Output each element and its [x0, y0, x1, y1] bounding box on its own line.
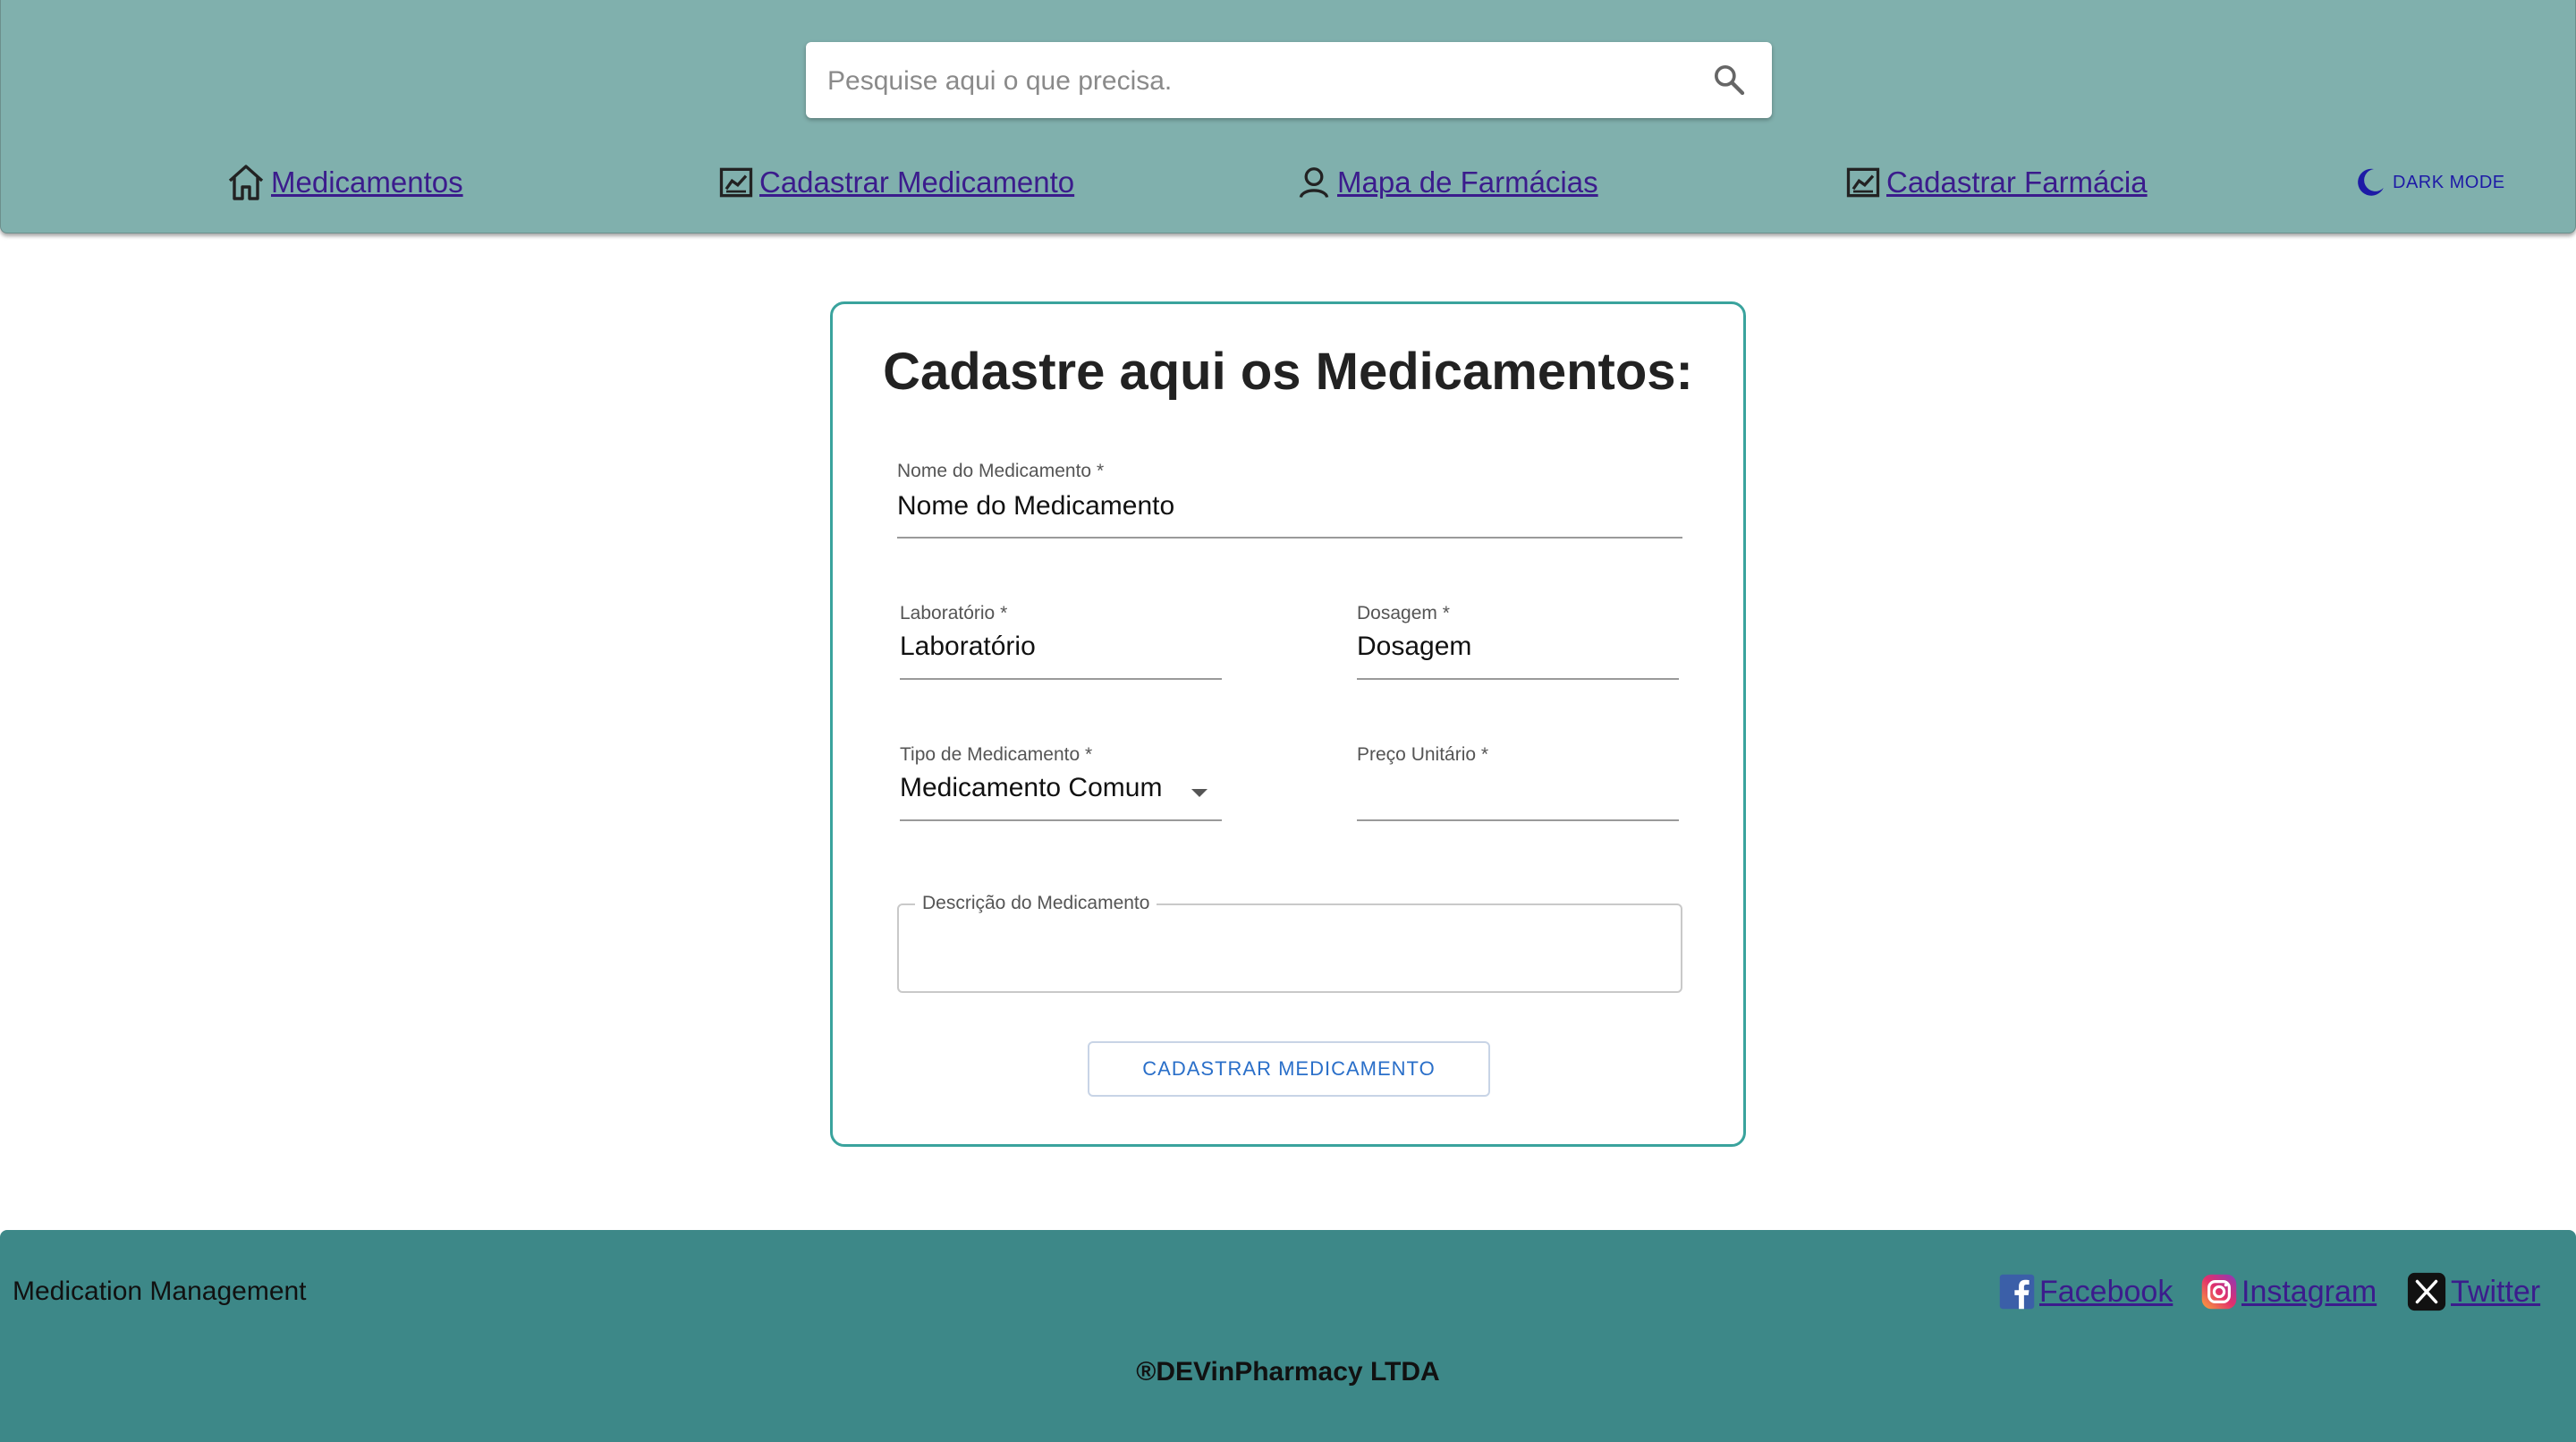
field-underline: [900, 678, 1222, 680]
unit-price-field[interactable]: Preço Unitário *: [1357, 744, 1679, 825]
nav-cadastrar-farmacia-label[interactable]: Cadastrar Farmácia: [1886, 165, 2148, 199]
search-icon[interactable]: [1711, 62, 1747, 98]
required-mark: *: [1000, 603, 1008, 623]
x-twitter-icon: [2407, 1272, 2446, 1311]
chart-icon: [1846, 167, 1880, 198]
nav-mapa-farmacias-label[interactable]: Mapa de Farmácias: [1337, 165, 1598, 199]
description-textarea[interactable]: [897, 903, 1682, 993]
twitter-link[interactable]: Twitter: [2406, 1269, 2540, 1314]
dosage-value[interactable]: Dosagem: [1357, 632, 1471, 662]
laboratory-field[interactable]: Laboratório * Laboratório: [900, 603, 1222, 683]
dosage-field[interactable]: Dosagem * Dosagem: [1357, 603, 1679, 683]
submit-medication-button[interactable]: CADASTRAR MEDICAMENTO: [1088, 1041, 1490, 1097]
required-mark: *: [1480, 744, 1489, 765]
nav-cadastrar-medicamento[interactable]: Cadastrar Medicamento: [716, 159, 1074, 206]
dark-mode-label[interactable]: DARK MODE: [2393, 173, 2505, 193]
chart-icon: [719, 167, 753, 198]
description-label: Descrição do Medicamento: [915, 893, 1157, 914]
search-bar: [806, 42, 1772, 120]
field-underline: [897, 537, 1682, 539]
nav-cadastrar-medicamento-label[interactable]: Cadastrar Medicamento: [759, 165, 1074, 199]
medication-name-label: Nome do Medicamento: [897, 461, 1092, 481]
instagram-label[interactable]: Instagram: [2241, 1275, 2377, 1310]
medication-form-card: Cadastre aqui os Medicamentos: Nome do M…: [830, 301, 1746, 1147]
instagram-icon: [2201, 1274, 2237, 1310]
home-icon: [228, 165, 264, 200]
instagram-link[interactable]: Instagram: [2200, 1269, 2377, 1314]
required-mark: *: [1096, 461, 1105, 481]
medication-type-select[interactable]: Tipo de Medicamento * Medicamento Comum: [900, 744, 1222, 825]
nav-cadastrar-farmacia[interactable]: Cadastrar Farmácia: [1843, 159, 2148, 206]
moon-icon: [2358, 168, 2384, 196]
laboratory-label: Laboratório: [900, 603, 996, 623]
dark-mode-toggle[interactable]: DARK MODE: [2351, 163, 2505, 202]
nav-mapa-farmacias[interactable]: Mapa de Farmácias: [1294, 159, 1598, 206]
unit-price-label: Preço Unitário: [1357, 744, 1477, 765]
field-underline: [1357, 678, 1679, 680]
field-underline: [1357, 819, 1679, 821]
chevron-down-icon[interactable]: [1191, 789, 1208, 797]
twitter-label[interactable]: Twitter: [2451, 1275, 2540, 1310]
medication-name-value[interactable]: Nome do Medicamento: [897, 491, 1174, 522]
required-mark: *: [1085, 744, 1093, 765]
medication-name-field[interactable]: Nome do Medicamento * Nome do Medicament…: [897, 461, 1682, 541]
laboratory-value[interactable]: Laboratório: [900, 632, 1036, 662]
nav-medicamentos[interactable]: Medicamentos: [225, 159, 463, 206]
dosage-label: Dosagem: [1357, 603, 1437, 623]
copyright-text: ®DEVinPharmacy LTDA: [1136, 1357, 1440, 1387]
footer-brand: Medication Management: [13, 1277, 307, 1306]
form-title: Cadastre aqui os Medicamentos:: [883, 343, 1693, 401]
field-underline: [900, 819, 1222, 821]
medication-type-value[interactable]: Medicamento Comum: [900, 773, 1162, 803]
facebook-icon: [1999, 1274, 2035, 1310]
nav-medicamentos-label[interactable]: Medicamentos: [271, 165, 463, 199]
facebook-label[interactable]: Facebook: [2039, 1275, 2173, 1310]
facebook-link[interactable]: Facebook: [1998, 1269, 2173, 1314]
required-mark: *: [1442, 603, 1450, 623]
medication-type-label: Tipo de Medicamento: [900, 744, 1080, 765]
user-icon: [1299, 167, 1329, 199]
footer: Medication Management Facebook Instagram: [0, 1230, 2576, 1442]
search-input[interactable]: [826, 42, 1688, 120]
top-header: Medicamentos Cadastrar Medicamento Mapa …: [0, 0, 2576, 233]
